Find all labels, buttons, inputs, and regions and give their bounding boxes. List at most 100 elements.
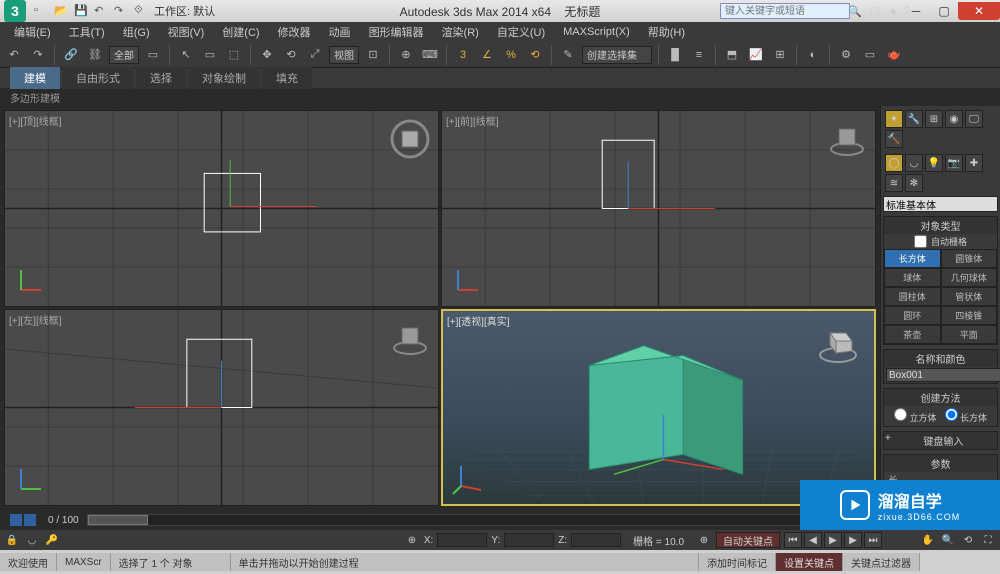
name-color-header[interactable]: 名称和颜色 [884, 350, 997, 367]
menu-create[interactable]: 创建(C) [214, 22, 267, 42]
status-add-time-tag[interactable]: 添加时间标记 [699, 553, 776, 571]
menu-animation[interactable]: 动画 [321, 22, 359, 42]
create-tab-icon[interactable]: ✦ [885, 110, 903, 128]
align-button[interactable]: ≡ [689, 45, 709, 65]
next-frame-button[interactable]: ▶ [844, 532, 862, 548]
timeline-mode-icon[interactable] [10, 514, 22, 526]
primitive-tube[interactable]: 管状体 [941, 287, 998, 306]
cameras-icon[interactable]: 📷 [945, 154, 963, 172]
workspace-label[interactable]: 工作区: 默认 [154, 3, 215, 19]
open-icon[interactable]: 📂 [54, 4, 68, 18]
primitive-box[interactable]: 长方体 [884, 249, 941, 268]
goto-end-button[interactable]: ⏭ [864, 532, 882, 548]
creation-method-header[interactable]: 创建方法 [884, 389, 997, 406]
primitive-cone[interactable]: 圆锥体 [941, 249, 998, 268]
status-maxscript[interactable]: MAXScr [57, 553, 111, 571]
display-tab-icon[interactable]: 🖵 [965, 110, 983, 128]
maximize-viewport-icon[interactable]: ⛶ [980, 532, 996, 548]
spinner-snap-button[interactable]: ⟲ [525, 45, 545, 65]
viewcube-left[interactable] [390, 318, 430, 358]
menu-rendering[interactable]: 渲染(R) [434, 22, 487, 42]
menu-modifiers[interactable]: 修改器 [270, 22, 319, 42]
menu-edit[interactable]: 编辑(E) [6, 22, 59, 42]
menu-group[interactable]: 组(G) [115, 22, 158, 42]
ribbon-tab-freeform[interactable]: 自由形式 [62, 67, 134, 89]
link-icon[interactable]: ⟐ [134, 4, 148, 18]
primitive-category-dropdown[interactable]: 标准基本体 [883, 196, 998, 212]
auto-key-button[interactable]: 自动关键点 [716, 532, 780, 548]
angle-snap-button[interactable]: ∠ [477, 45, 497, 65]
link-button[interactable]: 🔗 [61, 45, 81, 65]
timeline-mode-icon-2[interactable] [24, 514, 36, 526]
viewcube-persp[interactable] [816, 321, 860, 365]
viewport-front[interactable]: [+][前][线框] [441, 110, 876, 307]
absolute-mode-icon[interactable]: ⊕ [404, 532, 420, 548]
z-coord-input[interactable] [571, 533, 621, 547]
viewport-top-label[interactable]: [+][顶][线框] [9, 113, 62, 128]
menu-customize[interactable]: 自定义(U) [489, 22, 553, 42]
reference-coord-dropdown[interactable]: 视图 [329, 46, 359, 64]
pivot-button[interactable]: ⊡ [363, 45, 383, 65]
spacewarps-icon[interactable]: ≋ [885, 174, 903, 192]
object-name-input[interactable] [886, 368, 1000, 382]
add-time-icon[interactable]: ⊕ [696, 532, 712, 548]
zoom-icon[interactable]: 🔍 [940, 532, 956, 548]
primitive-plane[interactable]: 平面 [941, 325, 998, 344]
select-button[interactable]: ▭ [143, 45, 163, 65]
viewport-left-label[interactable]: [+][左][线框] [9, 312, 62, 327]
rotate-button[interactable]: ⟲ [281, 45, 301, 65]
timeline-track[interactable] [87, 514, 870, 526]
undo-button[interactable]: ↶ [4, 45, 24, 65]
undo-icon[interactable]: ↶ [94, 4, 108, 18]
snap-button[interactable]: 3 [453, 45, 473, 65]
close-button[interactable]: ✕ [958, 2, 1000, 20]
viewport-perspective[interactable]: [+][透视][真实] [441, 309, 876, 506]
primitive-pyramid[interactable]: 四棱锥 [941, 306, 998, 325]
timeline-slider-handle[interactable] [88, 515, 148, 525]
primitive-sphere[interactable]: 球体 [884, 268, 941, 287]
menu-views[interactable]: 视图(V) [160, 22, 213, 42]
keyboard-shortcut-button[interactable]: ⌨ [420, 45, 440, 65]
selection-lock-icon[interactable]: 🔑 [44, 532, 60, 548]
infosearch-icon[interactable]: 🔍 [848, 5, 862, 18]
redo-icon[interactable]: ↷ [114, 4, 128, 18]
radio-box[interactable]: 长方体 [945, 408, 988, 424]
maximize-button[interactable]: ▢ [930, 2, 958, 20]
hierarchy-tab-icon[interactable]: ⊞ [925, 110, 943, 128]
viewport-front-label[interactable]: [+][前][线框] [446, 113, 499, 128]
lock-icon[interactable]: 🔒 [4, 532, 20, 548]
menu-tools[interactable]: 工具(T) [61, 22, 113, 42]
unlink-button[interactable]: ⛓ [85, 45, 105, 65]
percent-snap-button[interactable]: % [501, 45, 521, 65]
y-coord-input[interactable] [504, 533, 554, 547]
lights-icon[interactable]: 💡 [925, 154, 943, 172]
parameters-header[interactable]: 参数 [884, 455, 997, 472]
minimize-button[interactable]: ─ [902, 2, 930, 20]
viewcube-top[interactable] [390, 119, 430, 159]
pan-icon[interactable]: ✋ [920, 532, 936, 548]
viewport-top[interactable]: [+][顶][线框] [4, 110, 439, 307]
isolate-icon[interactable]: ◡ [24, 532, 40, 548]
shapes-icon[interactable]: ◡ [905, 154, 923, 172]
viewport-left[interactable]: [+][左][线框] [4, 309, 439, 506]
x-coord-input[interactable] [437, 533, 487, 547]
schematic-button[interactable]: ⊞ [770, 45, 790, 65]
keyboard-entry-header[interactable]: +键盘输入 [884, 432, 997, 449]
box-object[interactable] [589, 346, 742, 475]
mirror-button[interactable]: ▐▌ [665, 45, 685, 65]
motion-tab-icon[interactable]: ◉ [945, 110, 963, 128]
new-icon[interactable]: ▫ [34, 4, 48, 18]
curve-editor-button[interactable]: 📈 [746, 45, 766, 65]
menu-maxscript[interactable]: MAXScript(X) [555, 24, 638, 40]
layer-button[interactable]: ⬒ [722, 45, 742, 65]
primitive-torus[interactable]: 圆环 [884, 306, 941, 325]
utilities-tab-icon[interactable]: 🔨 [885, 130, 903, 148]
render-setup-button[interactable]: ⚙ [836, 45, 856, 65]
prev-frame-button[interactable]: ◀ [804, 532, 822, 548]
move-button[interactable]: ✥ [257, 45, 277, 65]
redo-button[interactable]: ↷ [28, 45, 48, 65]
goto-start-button[interactable]: ⏮ [784, 532, 802, 548]
primitive-geosphere[interactable]: 几何球体 [941, 268, 998, 287]
play-button[interactable]: ▶ [824, 532, 842, 548]
geometry-icon[interactable]: ◯ [885, 154, 903, 172]
